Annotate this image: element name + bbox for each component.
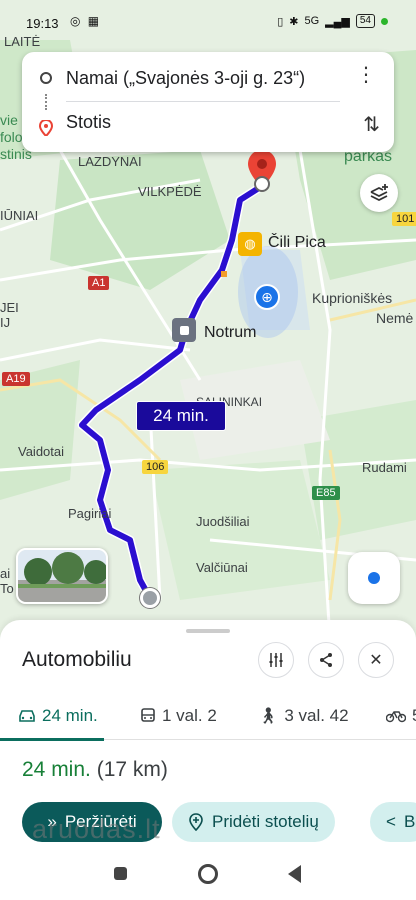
signal-icon: ▂▄▆ [325,15,350,28]
route-divider [66,101,340,102]
transit-icon [141,708,155,722]
origin-text: Namai („Svajonės 3-oji g. 23“) [66,67,306,88]
road-badge-106: 106 [142,460,169,474]
travel-mode-title: Automobiliu [22,648,132,671]
add-stop-icon [189,813,203,831]
tab-cycling-label: 5 [412,706,416,726]
system-icons: ▯ ✱ 5G ▂▄▆ 54 [277,14,388,28]
map-label-iuniai: IŪNIAI [0,208,39,223]
map-label-rudami: Rudami [362,460,407,475]
home-button[interactable] [198,864,218,884]
map-label-valciunai: Valčiūnai [196,560,248,575]
privacy-dot-icon [381,17,388,25]
route-eta-badge[interactable]: 24 min. [136,401,226,431]
place-poi-icon[interactable] [172,318,196,342]
tab-driving-label: 24 min. [42,706,98,725]
origin-circle-icon [40,72,52,84]
vibrate-icon: ▯ [277,15,284,28]
layers-icon [370,184,388,202]
road-badge-a1: A1 [88,276,110,290]
notification-icons: ◎ ▦ [70,14,102,28]
map-label-ai-to: ai To [0,566,14,596]
my-location-icon [368,572,380,584]
active-tab-indicator [0,738,104,741]
map-label-cili-pica: Čili Pica [268,234,326,251]
share-directions-button[interactable]: < B [370,802,416,842]
more-options-icon[interactable]: ⋮ [356,62,376,87]
system-nav-bar [0,850,416,900]
map-label-juodsiliai: Juodšiliai [196,514,250,529]
restaurant-poi-icon[interactable]: ◍ [238,232,262,256]
my-location-button[interactable] [348,552,400,604]
summary-distance: (17 km) [96,758,168,781]
battery-icon: 54 [355,14,375,28]
map-label-notrum: Notrum [204,324,257,341]
destination-field[interactable]: Stotis [22,108,394,148]
summary-duration: 24 min. [22,758,91,781]
bike-icon [386,711,406,723]
current-location-accuracy-icon: ⊕ [254,284,280,310]
origin-field[interactable]: Namai („Svajonės 3-oji g. 23“) [22,58,394,98]
add-stops-button-label: Pridėti stotelių [212,812,319,831]
travel-mode-tabs: 24 min. 1 val. 2 🚶︎ 3 val. 42 5 [0,698,416,741]
tab-transit[interactable]: 1 val. 2 [140,706,217,726]
add-stops-button[interactable]: Pridėti stotelių [172,802,335,842]
origin-marker-icon[interactable] [140,588,160,608]
destination-pin-small-icon [39,120,53,136]
share-directions-label: B [403,812,416,831]
map-label-jei: JEI IJ [0,300,19,330]
map-label-pagiriai: Pagiriai [68,506,112,521]
watermark: aruodas.lt [32,814,161,844]
close-button[interactable]: ✕ [358,642,394,678]
share-arrow-icon: < [386,812,396,831]
recents-button[interactable] [114,867,127,880]
route-input-card: Namai („Svajonės 3-oji g. 23“) Stotis ⋮ … [22,52,394,152]
map-label-lazdynai: LAZDYNAI [78,154,142,169]
road-badge-101: 101 [392,212,416,226]
back-button[interactable] [288,865,301,883]
destination-pin-icon[interactable] [246,150,278,194]
tab-walking[interactable]: 🚶︎ 3 val. 42 [258,706,349,726]
destination-text: Stotis [66,112,112,132]
route-options-button[interactable] [258,642,294,678]
route-summary: 24 min. (17 km) [22,758,168,782]
share-icon [320,653,332,667]
street-view-thumbnail[interactable] [16,548,108,604]
status-bar: 19:13 ◎ ▦ ▯ ✱ 5G ▂▄▆ 54 [0,0,416,40]
map-label-vilkpede: VILKPĖDĖ [138,184,202,199]
swap-route-icon[interactable]: ⇅ [363,112,380,137]
tab-transit-label: 1 val. 2 [162,706,217,725]
share-button[interactable] [308,642,344,678]
signal-label: 5G [304,15,320,27]
tab-walking-label: 3 val. 42 [284,706,349,725]
map-label-vaidotai: Vaidotai [18,444,65,459]
road-badge-a19: A19 [2,372,30,386]
road-badge-e85: E85 [312,486,340,500]
bluetooth-icon: ✱ [289,15,299,28]
tune-icon [269,653,283,667]
sheet-drag-handle[interactable] [186,629,230,633]
car-icon [19,710,35,722]
map-label-kuprioniskes: Kuprioniškės [312,290,393,306]
tab-cycling[interactable]: 5 [386,706,416,726]
tab-driving[interactable]: 24 min. [18,706,98,726]
map-label-neme: Nemė [376,310,414,326]
status-time: 19:13 [26,16,59,31]
layers-button[interactable] [360,174,398,212]
walk-icon: 🚶︎ [258,708,279,725]
close-icon: ✕ [369,652,383,669]
